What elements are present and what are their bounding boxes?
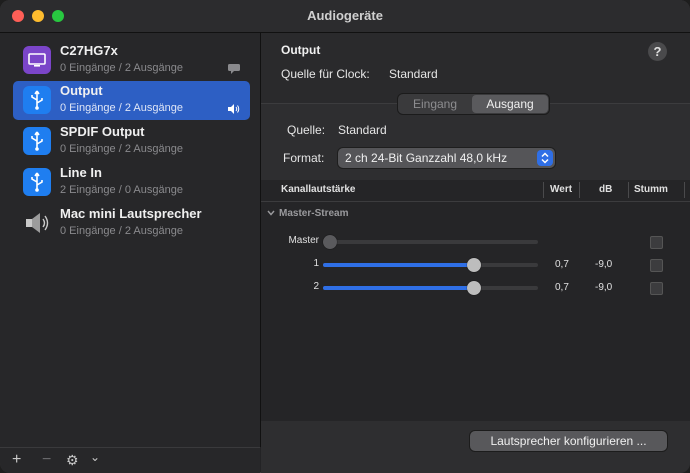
device-io-count: 0 Eingänge / 2 Ausgänge xyxy=(60,62,183,74)
channel-label: 2 xyxy=(313,281,319,292)
format-value: 2 ch 24-Bit Ganzzahl 48,0 kHz xyxy=(345,151,508,165)
title-bar: Audiogeräte xyxy=(0,0,690,33)
column-divider xyxy=(628,182,629,198)
device-io-count: 0 Eingänge / 2 Ausgänge xyxy=(60,143,183,155)
device-io-count: 2 Eingänge / 0 Ausgänge xyxy=(60,184,183,196)
channel-db: -9,0 xyxy=(595,259,613,270)
mute-checkbox-2[interactable] xyxy=(650,282,663,295)
message-icon xyxy=(228,61,240,74)
slider-fill xyxy=(323,286,474,290)
usb-icon xyxy=(23,168,51,196)
device-io-count: 0 Eingänge / 2 Ausgänge xyxy=(60,102,183,114)
volume-slider-master[interactable] xyxy=(323,235,538,249)
column-value: Wert xyxy=(550,184,573,195)
add-device-button[interactable]: + xyxy=(12,451,21,469)
column-mute: Stumm xyxy=(634,184,668,195)
column-divider xyxy=(543,182,544,198)
io-segmented-control: Eingang Ausgang xyxy=(398,94,549,114)
device-item-output[interactable]: Output 0 Eingänge / 2 Ausgänge xyxy=(13,81,250,120)
device-item-c27hg7x[interactable]: C27HG7x 0 Eingänge / 2 Ausgänge xyxy=(13,41,250,80)
clock-source-label: Quelle für Clock: xyxy=(281,67,370,81)
column-divider xyxy=(579,182,580,198)
device-name: Output xyxy=(60,83,103,98)
device-detail: Output Quelle für Clock: Standard ? Eing… xyxy=(261,33,690,473)
channel-db: -9,0 xyxy=(595,282,613,293)
slider-fill xyxy=(323,263,474,267)
channel-volume-table: Kanallautstärke Wert dB Stumm Master-Str… xyxy=(261,180,690,421)
audio-midi-window: Audiogeräte C27HG7x 0 Eingänge / 2 Ausgä… xyxy=(0,0,690,473)
device-item-line-in[interactable]: Line In 2 Eingänge / 0 Ausgänge xyxy=(13,163,250,202)
column-db: dB xyxy=(599,184,613,195)
chevron-down-icon[interactable]: ⌄ xyxy=(90,450,100,464)
channel-label: 1 xyxy=(313,258,319,269)
speaker-icon xyxy=(228,101,240,114)
channel-value: 0,7 xyxy=(555,259,569,270)
stream-group[interactable]: Master-Stream xyxy=(267,208,348,219)
sidebar-toolbar: + − ⚙ ⌄ xyxy=(0,447,260,473)
mute-checkbox-master[interactable] xyxy=(650,236,663,249)
slider-knob[interactable] xyxy=(466,281,481,295)
device-io-count: 0 Eingänge / 2 Ausgänge xyxy=(60,225,183,237)
usb-icon xyxy=(23,86,51,114)
device-name: Line In xyxy=(60,165,102,180)
column-channel-volume: Kanallautstärke xyxy=(281,184,356,195)
configure-speakers-button[interactable]: Lautsprecher konfigurieren ... xyxy=(470,431,667,451)
tab-eingang[interactable]: Eingang xyxy=(398,94,472,114)
chevron-down-icon xyxy=(267,208,275,219)
device-item-spdif-output[interactable]: SPDIF Output 0 Eingänge / 2 Ausgänge xyxy=(13,122,250,161)
channel-value: 0,7 xyxy=(555,282,569,293)
usb-icon xyxy=(23,127,51,155)
volume-slider-2[interactable] xyxy=(323,281,538,295)
device-name: C27HG7x xyxy=(60,43,118,58)
io-panel: Eingang Ausgang Quelle: Standard Format:… xyxy=(261,94,690,473)
stream-group-label: Master-Stream xyxy=(279,208,349,219)
source-value: Standard xyxy=(338,123,387,137)
window-title: Audiogeräte xyxy=(307,8,383,23)
clock-source-value[interactable]: Standard xyxy=(389,67,438,81)
speaker-icon xyxy=(23,209,51,237)
help-button[interactable]: ? xyxy=(648,42,667,61)
device-title: Output xyxy=(281,43,321,57)
remove-device-button[interactable]: − xyxy=(42,451,51,469)
channel-label: Master xyxy=(288,235,319,246)
column-divider xyxy=(684,182,685,198)
tab-ausgang[interactable]: Ausgang xyxy=(472,95,548,113)
device-name: Mac mini Lautsprecher xyxy=(60,206,202,221)
mute-checkbox-1[interactable] xyxy=(650,259,663,272)
source-label: Quelle: xyxy=(287,123,326,137)
monitor-icon xyxy=(23,46,51,74)
slider-knob[interactable] xyxy=(466,258,481,272)
format-select[interactable]: 2 ch 24-Bit Ganzzahl 48,0 kHz xyxy=(338,148,555,168)
slider-knob[interactable] xyxy=(323,235,337,249)
chevron-up-down-icon xyxy=(537,150,553,166)
volume-slider-1[interactable] xyxy=(323,258,538,272)
device-item-mac-mini-speaker[interactable]: Mac mini Lautsprecher 0 Eingänge / 2 Aus… xyxy=(13,204,250,243)
gear-icon[interactable]: ⚙ xyxy=(66,452,79,469)
table-header: Kanallautstärke Wert dB Stumm xyxy=(261,180,690,202)
device-name: SPDIF Output xyxy=(60,124,145,139)
device-list: C27HG7x 0 Eingänge / 2 Ausgänge Output 0… xyxy=(0,33,261,447)
format-label: Format: xyxy=(283,151,325,165)
